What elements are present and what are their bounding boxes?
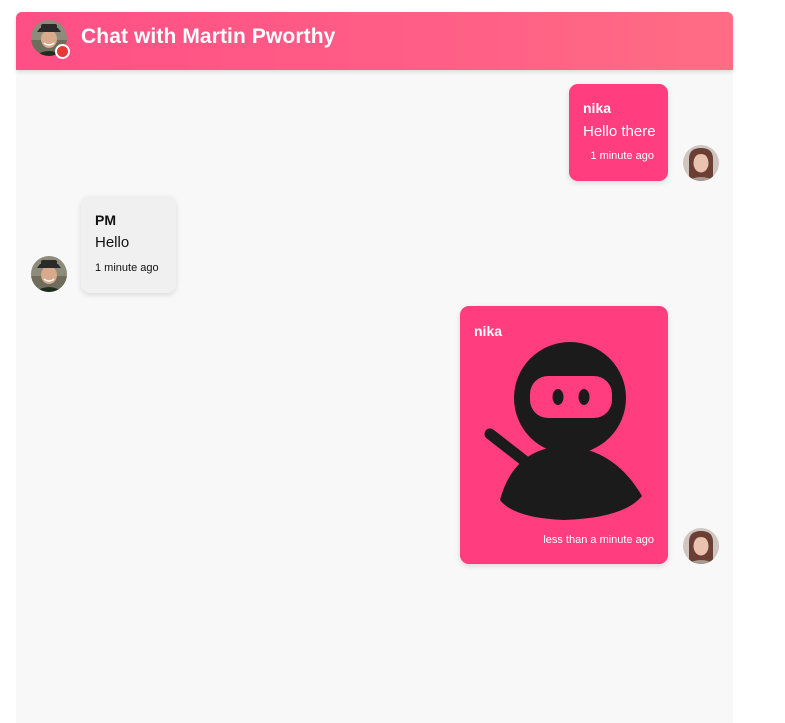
message-bubble-received: PM Hello 1 minute ago <box>81 196 176 293</box>
avatar-nika[interactable] <box>683 528 719 564</box>
status-indicator-icon <box>55 44 70 59</box>
chat-header: Chat with Martin Pworthy <box>16 12 733 70</box>
avatar-nika[interactable] <box>683 145 719 181</box>
user-avatar-icon <box>683 145 719 181</box>
message-sender: nika <box>583 100 612 116</box>
message-timestamp: 1 minute ago <box>95 262 159 274</box>
header-avatar[interactable] <box>31 20 70 59</box>
message-text: Hello <box>95 234 130 251</box>
chat-title: Chat with Martin Pworthy <box>81 25 336 48</box>
message-text: Hello there <box>583 123 656 140</box>
message-sender: PM <box>95 212 116 228</box>
user-avatar-icon <box>31 256 67 292</box>
message-sender: nika <box>474 323 503 339</box>
message-timestamp: 1 minute ago <box>590 150 654 162</box>
chat-window: Chat with Martin Pworthy nika Hello ther… <box>16 12 733 723</box>
message-bubble-image: nika less than a minute ago <box>460 306 668 564</box>
message-timestamp: less than a minute ago <box>543 534 654 546</box>
message-bubble-sent: nika Hello there 1 minute ago <box>569 84 668 181</box>
avatar-pm[interactable] <box>31 256 67 292</box>
ninja-icon[interactable] <box>484 340 644 530</box>
user-avatar-icon <box>683 528 719 564</box>
